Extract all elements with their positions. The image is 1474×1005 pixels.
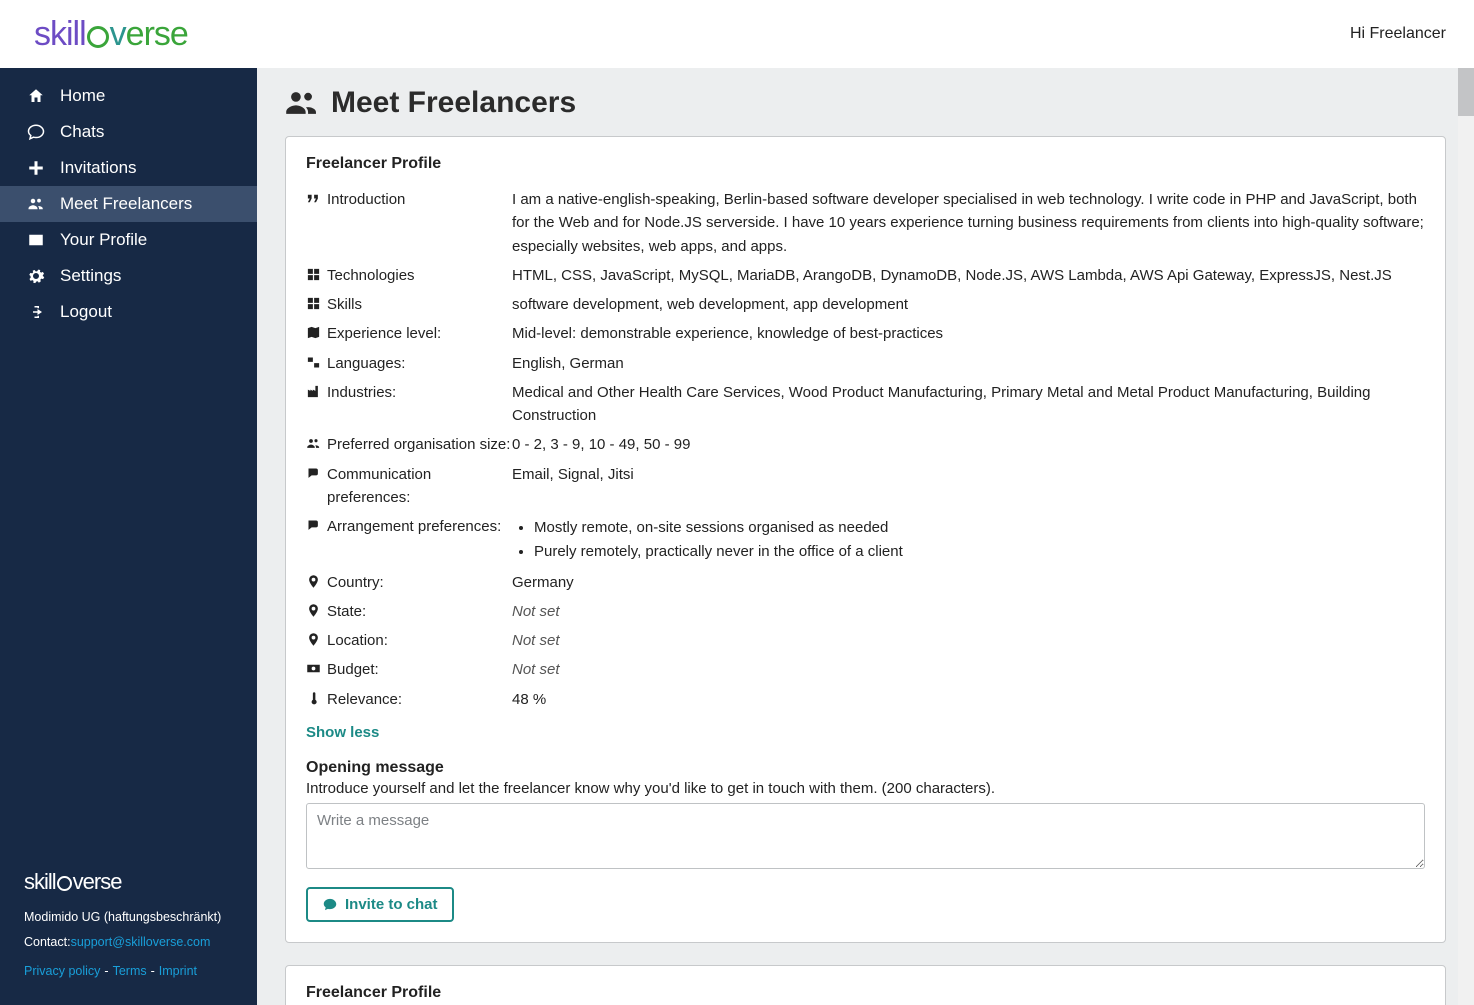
arrangement-item: Mostly remote, on-site sessions organise… xyxy=(534,516,1425,539)
sidebar-item-label: Invitations xyxy=(60,158,137,178)
users-icon xyxy=(285,89,319,117)
imprint-link[interactable]: Imprint xyxy=(159,964,197,978)
value-languages: English, German xyxy=(512,352,1425,375)
label-relevance: Relevance: xyxy=(327,688,402,711)
value-technologies: HTML, CSS, JavaScript, MySQL, MariaDB, A… xyxy=(512,264,1425,287)
value-location: Not set xyxy=(512,629,1425,652)
sidebar-item-label: Chats xyxy=(60,122,104,142)
freelancer-profile-card: Freelancer Profile Introduction I am a na… xyxy=(285,136,1446,943)
sidebar-item-label: Settings xyxy=(60,266,121,286)
thermometer-icon xyxy=(306,691,321,706)
profile-heading: Freelancer Profile xyxy=(306,984,1425,1002)
pin-icon xyxy=(306,574,321,589)
sidebar-item-invitations[interactable]: Invitations xyxy=(0,150,257,186)
quote-icon xyxy=(306,191,321,206)
scrollbar[interactable] xyxy=(1458,68,1474,1005)
language-icon xyxy=(306,355,321,370)
footer-logo: skillverse xyxy=(24,865,233,899)
sidebar-item-home[interactable]: Home xyxy=(0,78,257,114)
sidebar-item-settings[interactable]: Settings xyxy=(0,258,257,294)
users-icon xyxy=(306,436,321,451)
value-orgsize: 0 - 2, 3 - 9, 10 - 49, 50 - 99 xyxy=(512,433,1425,456)
label-languages: Languages: xyxy=(327,352,405,375)
chat-icon xyxy=(24,123,48,141)
contact-label: Contact: xyxy=(24,933,71,952)
app-logo[interactable]: skillverse xyxy=(34,15,188,54)
show-less-toggle[interactable]: Show less xyxy=(306,724,379,741)
sidebar: Home Chats Invitations Meet Freelancers … xyxy=(0,68,257,1005)
value-experience: Mid-level: demonstrable experience, know… xyxy=(512,322,1425,345)
pin-icon xyxy=(306,603,321,618)
scrollbar-thumb[interactable] xyxy=(1458,68,1474,116)
sidebar-item-label: Home xyxy=(60,86,105,106)
label-skills: Skills xyxy=(327,293,362,316)
label-orgsize: Preferred organisation size: xyxy=(327,433,510,456)
sidebar-item-label: Logout xyxy=(60,302,112,322)
profile-heading: Freelancer Profile xyxy=(306,155,1425,173)
value-comm: Email, Signal, Jitsi xyxy=(512,463,1425,486)
top-bar: skillverse Hi Freelancer xyxy=(0,0,1474,68)
sidebar-footer: skillverse Modimido UG (haftungsbeschrän… xyxy=(0,853,257,1005)
label-country: Country: xyxy=(327,571,384,594)
sidebar-item-meet-freelancers[interactable]: Meet Freelancers xyxy=(0,186,257,222)
label-arrangement: Arrangement preferences: xyxy=(327,515,501,538)
value-budget: Not set xyxy=(512,658,1425,681)
industry-icon xyxy=(306,384,321,399)
label-comm: Communication preferences: xyxy=(327,463,512,510)
sidebar-item-your-profile[interactable]: Your Profile xyxy=(0,222,257,258)
label-technologies: Technologies xyxy=(327,264,415,287)
invite-button-label: Invite to chat xyxy=(345,896,438,913)
value-state: Not set xyxy=(512,600,1425,623)
invite-to-chat-button[interactable]: Invite to chat xyxy=(306,887,454,922)
terms-link[interactable]: Terms xyxy=(113,964,147,978)
value-introduction: I am a native-english-speaking, Berlin-b… xyxy=(512,188,1425,258)
sidebar-item-logout[interactable]: Logout xyxy=(0,294,257,330)
gear-icon xyxy=(24,267,48,285)
value-country: Germany xyxy=(512,571,1425,594)
label-location: Location: xyxy=(327,629,388,652)
sidebar-item-label: Meet Freelancers xyxy=(60,194,192,214)
comments-icon xyxy=(306,518,321,533)
user-greeting: Hi Freelancer xyxy=(1350,25,1446,43)
value-industries: Medical and Other Health Care Services, … xyxy=(512,381,1425,428)
opening-hint: Introduce yourself and let the freelance… xyxy=(306,780,1425,797)
opening-message-input[interactable] xyxy=(306,803,1425,869)
company-name: Modimido UG (haftungsbeschränkt) xyxy=(24,905,233,930)
value-relevance: 48 % xyxy=(512,688,1425,711)
main-content: Meet Freelancers Freelancer Profile Intr… xyxy=(257,68,1474,1005)
home-icon xyxy=(24,87,48,105)
label-budget: Budget: xyxy=(327,658,379,681)
plus-icon xyxy=(24,159,48,177)
opening-heading: Opening message xyxy=(306,759,1425,777)
opening-message-section: Opening message Introduce yourself and l… xyxy=(306,759,1425,873)
value-skills: software development, web development, a… xyxy=(512,293,1425,316)
arrangement-item: Purely remotely, practically never in th… xyxy=(534,540,1425,563)
page-title: Meet Freelancers xyxy=(285,86,1446,120)
sidebar-item-label: Your Profile xyxy=(60,230,147,250)
logout-icon xyxy=(24,303,48,321)
label-industries: Industries: xyxy=(327,381,396,404)
value-arrangement: Mostly remote, on-site sessions organise… xyxy=(512,515,1425,565)
privacy-link[interactable]: Privacy policy xyxy=(24,964,100,978)
money-icon xyxy=(306,661,321,676)
sidebar-item-chats[interactable]: Chats xyxy=(0,114,257,150)
grid-icon xyxy=(306,267,321,282)
contact-email-link[interactable]: support@skilloverse.com xyxy=(71,933,211,952)
comments-icon xyxy=(306,466,321,481)
id-card-icon xyxy=(24,231,48,249)
users-icon xyxy=(24,195,48,213)
grid-icon xyxy=(306,296,321,311)
chat-icon xyxy=(322,897,338,912)
map-icon xyxy=(306,325,321,340)
freelancer-profile-card: Freelancer Profile xyxy=(285,965,1446,1005)
label-state: State: xyxy=(327,600,366,623)
label-introduction: Introduction xyxy=(327,188,405,211)
label-experience: Experience level: xyxy=(327,322,441,345)
pin-icon xyxy=(306,632,321,647)
